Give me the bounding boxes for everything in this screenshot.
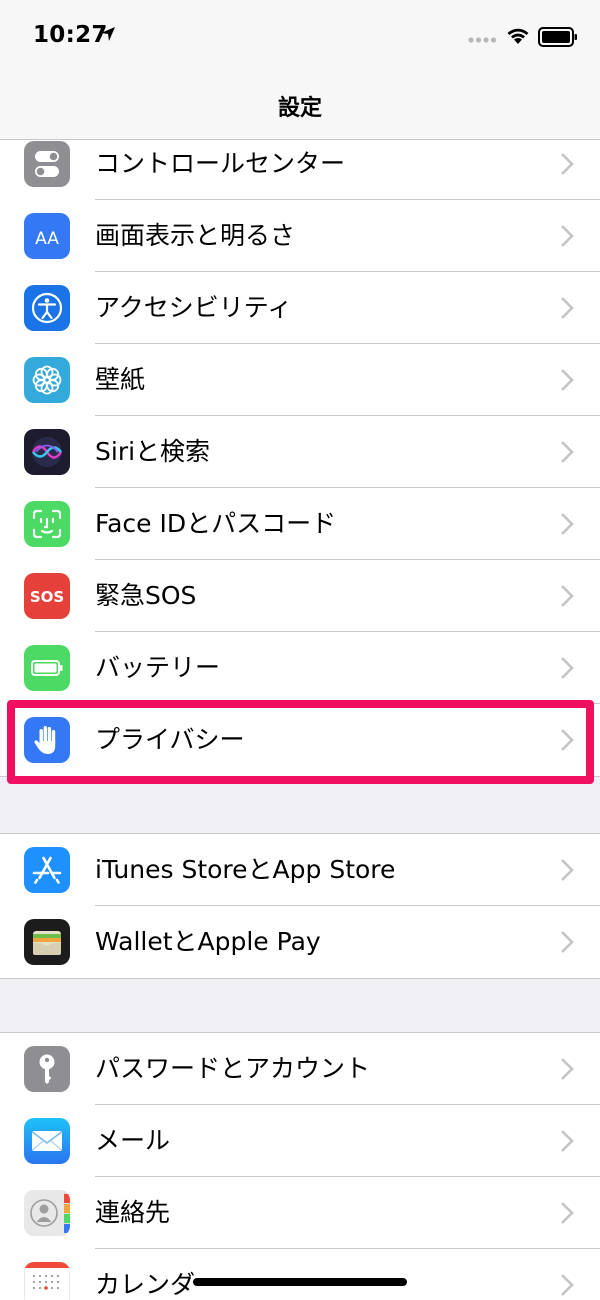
chevron-right-icon — [561, 441, 574, 463]
privacy-highlight-box — [7, 700, 594, 784]
wallet-icon — [24, 919, 70, 965]
chevron-right-icon — [561, 1058, 574, 1080]
settings-row-label: iTunes StoreとApp Store — [95, 855, 396, 884]
settings-row-label: コントロールセンター — [95, 149, 346, 178]
settings-row-contacts[interactable]: 連絡先 — [0, 1177, 600, 1249]
sos-icon: SOS — [24, 573, 70, 619]
settings-row-label: Siriと検索 — [95, 437, 211, 466]
settings-row-label: 緊急SOS — [95, 581, 197, 610]
settings-row-mail[interactable]: メール — [0, 1105, 600, 1177]
display-brightness-icon: AA — [24, 213, 70, 259]
settings-section-2: iTunes StoreとApp Store WalletとApple Pay — [0, 833, 600, 979]
settings-row-label: アクセシビリティ — [95, 293, 293, 322]
battery-icon — [538, 27, 577, 47]
settings-row-accessibility[interactable]: アクセシビリティ — [0, 272, 600, 344]
settings-row-label: メール — [95, 1126, 171, 1155]
settings-row-label: WalletとApple Pay — [95, 927, 321, 956]
settings-row-label: Face IDとパスコード — [95, 509, 337, 538]
siri-icon — [24, 429, 70, 475]
chevron-right-icon — [561, 153, 574, 175]
battery-settings-icon — [24, 645, 70, 691]
settings-section-3: パスワードとアカウント メール 連絡先 カレンダー — [0, 1032, 600, 1300]
key-icon — [24, 1046, 70, 1092]
settings-row-battery[interactable]: バッテリー — [0, 632, 600, 704]
settings-row-itunes-app-store[interactable]: iTunes StoreとApp Store — [0, 834, 600, 906]
status-bar: 10:27 — [0, 0, 600, 72]
wallpaper-icon — [24, 357, 70, 403]
settings-row-wallet-apple-pay[interactable]: WalletとApple Pay — [0, 906, 600, 978]
settings-row-label: 画面表示と明るさ — [95, 221, 296, 250]
settings-row-emergency-sos[interactable]: SOS 緊急SOS — [0, 560, 600, 632]
settings-section-1: コントロールセンター AA 画面表示と明るさ アクセシビリティ 壁紙 Siriと… — [0, 128, 600, 777]
page-title: 設定 — [277, 96, 322, 121]
settings-row-label: バッテリー — [95, 653, 221, 682]
chevron-right-icon — [561, 225, 574, 247]
calendar-icon — [24, 1262, 70, 1300]
location-arrow-icon — [101, 27, 115, 41]
face-id-icon — [24, 501, 70, 547]
chevron-right-icon — [561, 297, 574, 319]
settings-row-face-id[interactable]: Face IDとパスコード — [0, 488, 600, 560]
svg-text:SOS: SOS — [30, 588, 64, 606]
app-store-icon — [24, 847, 70, 893]
chevron-right-icon — [561, 1274, 574, 1296]
contacts-icon — [24, 1190, 70, 1236]
wifi-icon — [507, 28, 529, 44]
chevron-right-icon — [561, 513, 574, 535]
cellular-signal-icon — [468, 37, 497, 43]
settings-row-wallpaper[interactable]: 壁紙 — [0, 344, 600, 416]
settings-row-label: パスワードとアカウント — [95, 1054, 371, 1083]
settings-row-calendar[interactable]: カレンダー — [0, 1249, 600, 1300]
chevron-right-icon — [561, 859, 574, 881]
chevron-right-icon — [561, 1130, 574, 1152]
settings-row-display-brightness[interactable]: AA 画面表示と明るさ — [0, 200, 600, 272]
accessibility-icon — [24, 285, 70, 331]
chevron-right-icon — [561, 931, 574, 953]
settings-row-siri[interactable]: Siriと検索 — [0, 416, 600, 488]
settings-row-label: 壁紙 — [95, 365, 146, 394]
mail-icon — [24, 1118, 70, 1164]
status-time: 10:27 — [33, 22, 108, 48]
settings-row-label: 連絡先 — [95, 1198, 171, 1227]
chevron-right-icon — [561, 1202, 574, 1224]
control-center-icon — [24, 141, 70, 187]
home-indicator[interactable] — [193, 1278, 407, 1286]
navigation-bar: 設定 — [0, 72, 600, 140]
chevron-right-icon — [561, 585, 574, 607]
chevron-right-icon — [561, 657, 574, 679]
settings-row-passwords-accounts[interactable]: パスワードとアカウント — [0, 1033, 600, 1105]
svg-text:AA: AA — [35, 229, 59, 249]
chevron-right-icon — [561, 369, 574, 391]
